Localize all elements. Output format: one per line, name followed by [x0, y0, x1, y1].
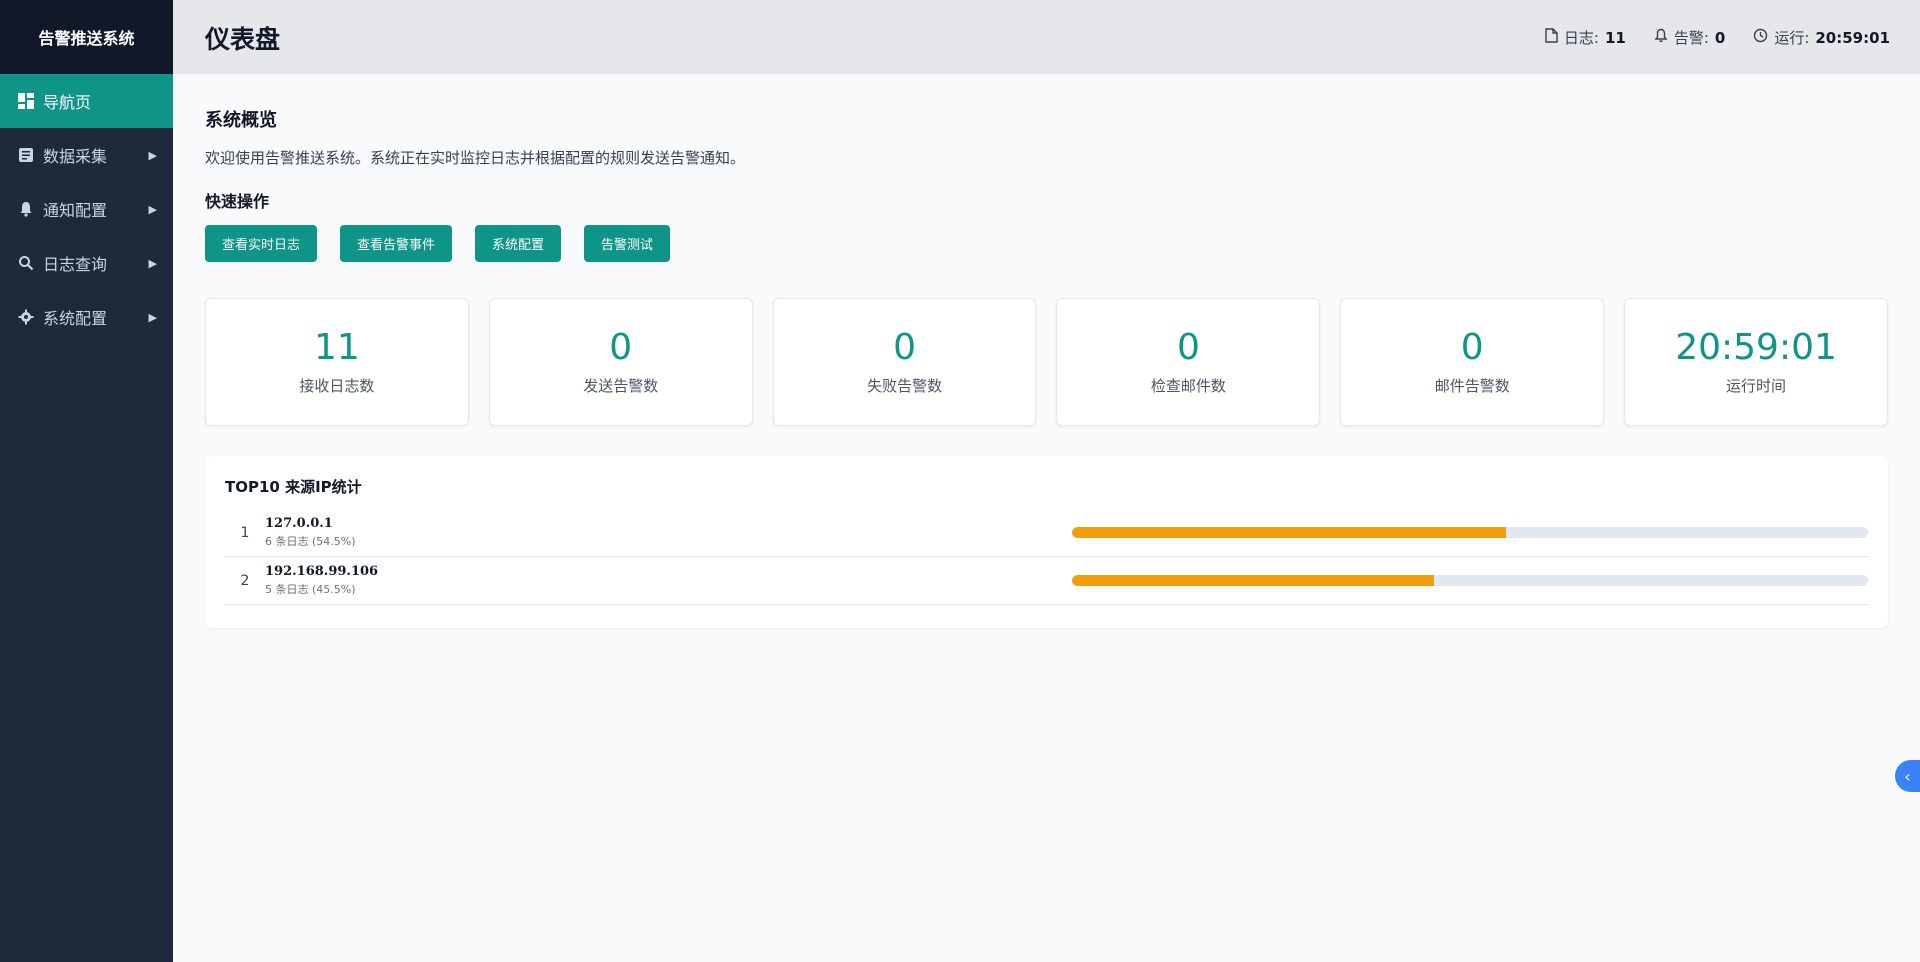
chevron-right-icon: ▶: [148, 256, 157, 270]
sidebar-item-label: 日志查询: [43, 255, 108, 274]
ip-log-count: 5 条日志 (45.5%): [265, 583, 356, 596]
chevron-right-icon: ▶: [148, 148, 157, 162]
stat-label: 邮件告警数: [1434, 377, 1510, 396]
stat-value: 11: [314, 326, 360, 368]
clock-icon: [1753, 28, 1768, 47]
stat-card-received-logs: 11 接收日志数: [205, 298, 469, 426]
stat-value: 20:59:01: [1675, 326, 1837, 368]
status-alerts: 告警: 0: [1654, 27, 1726, 48]
logs-count: 11: [1604, 28, 1626, 47]
ip-progress-fill: [1072, 575, 1435, 586]
view-alert-events-button[interactable]: 查看告警事件: [340, 225, 453, 262]
stat-card-sent-alerts: 0 发送告警数: [488, 298, 753, 426]
stat-card-uptime: 20:59:01 运行时间: [1624, 298, 1888, 426]
search-icon: [17, 254, 35, 272]
sidebar-item-dashboard[interactable]: 导航页: [0, 74, 173, 128]
system-config-button[interactable]: 系统配置: [475, 225, 562, 262]
sidebar-item-label: 系统配置: [43, 309, 108, 328]
topbar: 仪表盘 日志: 11 告警: 0 运行: 20:59:01: [173, 0, 1920, 74]
chevron-left-icon: ‹: [1904, 766, 1911, 786]
ip-progress-bar: [1072, 527, 1868, 538]
chevron-right-icon: ▶: [148, 310, 157, 324]
stat-label: 失败告警数: [867, 377, 943, 396]
stat-label: 检查邮件数: [1150, 377, 1226, 396]
bell-icon: [17, 200, 35, 218]
table-row: 1 127.0.0.1 6 条日志 (54.5%): [225, 509, 1868, 557]
file-icon: [1545, 28, 1558, 47]
ip-info: 192.168.99.106 5 条日志 (45.5%): [265, 564, 378, 597]
ip-log-count: 6 条日志 (54.5%): [265, 535, 356, 548]
ip-progress-bar: [1072, 575, 1868, 586]
stat-label: 接收日志数: [299, 377, 375, 396]
status-logs: 日志: 11: [1545, 27, 1626, 48]
bell-icon: [1654, 28, 1668, 47]
sidebar-item-system-config[interactable]: 系统配置 ▶: [0, 290, 173, 344]
stat-label: 发送告警数: [583, 377, 659, 396]
collapse-panel-button[interactable]: ‹: [1895, 760, 1920, 792]
quick-actions-title: 快速操作: [205, 192, 270, 211]
sidebar-item-label: 通知配置: [43, 201, 108, 220]
top-ip-panel: TOP10 来源IP统计 1 127.0.0.1 6 条日志 (54.5%) 2…: [205, 456, 1888, 628]
ip-address: 127.0.0.1: [265, 516, 333, 531]
status-bar: 日志: 11 告警: 0 运行: 20:59:01: [1545, 27, 1890, 48]
alert-test-button[interactable]: 告警测试: [584, 225, 671, 262]
sidebar: 告警推送系统 导航页 数据采集 ▶ 通知配置 ▶ 日志查询 ▶ 系统配置 ▶: [0, 0, 173, 962]
gear-icon: [17, 308, 35, 326]
document-icon: [17, 146, 35, 164]
stat-card-email-alerts: 0 邮件告警数: [1340, 298, 1605, 426]
dashboard-icon: [17, 92, 35, 110]
stat-label: 运行时间: [1726, 377, 1787, 396]
table-row: 2 192.168.99.106 5 条日志 (45.5%): [225, 557, 1868, 605]
view-realtime-logs-button[interactable]: 查看实时日志: [205, 225, 318, 262]
overview-title: 系统概览: [205, 110, 277, 131]
welcome-text: 欢迎使用告警推送系统。系统正在实时监控日志并根据配置的规则发送告警通知。: [205, 149, 746, 167]
quick-actions: 查看实时日志 查看告警事件 系统配置 告警测试: [205, 225, 671, 262]
main-content: 系统概览 欢迎使用告警推送系统。系统正在实时监控日志并根据配置的规则发送告警通知…: [173, 74, 1920, 962]
sidebar-item-notification-config[interactable]: 通知配置 ▶: [0, 182, 173, 236]
stat-card-failed-alerts: 0 失败告警数: [772, 298, 1037, 426]
sidebar-item-data-collection[interactable]: 数据采集 ▶: [0, 128, 173, 182]
sidebar-item-label: 导航页: [43, 93, 92, 112]
sidebar-item-label: 数据采集: [43, 147, 108, 166]
ip-rank: 2: [240, 572, 250, 589]
stat-value: 0: [609, 326, 633, 368]
sidebar-item-log-query[interactable]: 日志查询 ▶: [0, 236, 173, 290]
ip-address: 192.168.99.106: [265, 564, 379, 579]
stat-value: 0: [893, 326, 917, 368]
stat-value: 0: [1460, 326, 1484, 368]
top-ip-title: TOP10 来源IP统计: [225, 478, 362, 496]
app-title: 告警推送系统: [0, 0, 173, 74]
uptime-value: 20:59:01: [1815, 28, 1890, 47]
chevron-right-icon: ▶: [148, 202, 157, 216]
stat-value: 0: [1176, 326, 1200, 368]
ip-progress-fill: [1072, 527, 1506, 538]
page-title: 仪表盘: [205, 25, 281, 54]
ip-info: 127.0.0.1 6 条日志 (54.5%): [265, 516, 356, 549]
status-uptime: 运行: 20:59:01: [1753, 27, 1890, 48]
ip-rank: 1: [240, 524, 250, 541]
stats-cards: 11 接收日志数 0 发送告警数 0 失败告警数 0 检查邮件数 0 邮件告警数…: [205, 298, 1888, 426]
stat-card-checked-emails: 0 检查邮件数: [1056, 298, 1321, 426]
alerts-count: 0: [1714, 28, 1726, 47]
